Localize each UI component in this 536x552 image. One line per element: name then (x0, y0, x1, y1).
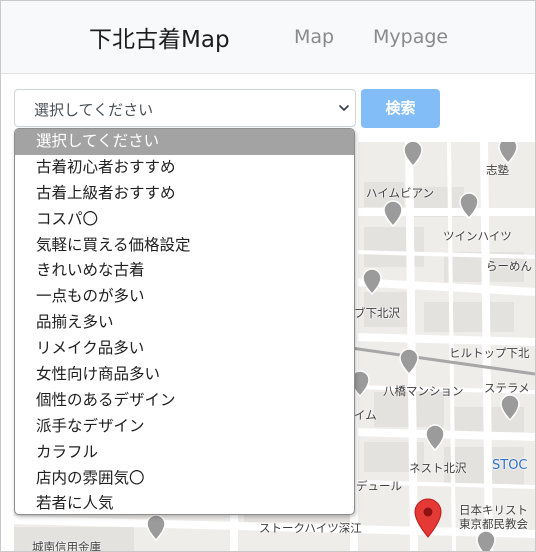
map-pin-icon[interactable] (362, 268, 382, 296)
map-place-label: ストークハイツ深江 (259, 521, 362, 535)
map-place-label: イム (354, 408, 377, 422)
dropdown-option[interactable]: 若者に人気 (15, 491, 354, 514)
map-place-label: ブ下北沢 (354, 306, 400, 320)
navbar: 下北古着Map Map Mypage (1, 1, 535, 74)
map-pin-icon[interactable] (383, 200, 403, 228)
dropdown-option[interactable]: 選択してください (15, 129, 354, 155)
dropdown-option[interactable]: 古着初心者おすすめ (15, 155, 354, 181)
map-place-label: ツインハイツ (443, 229, 512, 243)
category-dropdown-list: 選択してください 古着初心者おすすめ 古着上級者おすすめ コスパ〇 気軽に買える価格設定… (14, 128, 355, 515)
brand-title[interactable]: 下北古着Map (89, 20, 230, 54)
map-pin-icon[interactable] (146, 514, 166, 542)
dropdown-option[interactable]: 古着上級者おすすめ (15, 181, 354, 207)
dropdown-option[interactable]: リメイク品多い (15, 336, 354, 362)
dropdown-option[interactable]: 女性向け商品多い (15, 362, 354, 388)
map-pin-icon[interactable] (498, 142, 518, 165)
map-place-label: 八橋マンション (383, 384, 464, 398)
dropdown-option[interactable]: 一点ものが多い (15, 284, 354, 310)
dropdown-option[interactable]: 気軽に買える価格設定 (15, 233, 354, 259)
dropdown-option[interactable]: 個性のあるデザイン (15, 388, 354, 414)
category-select[interactable]: 選択してください (14, 89, 356, 127)
map-place-label: ネスト北沢 (409, 461, 467, 475)
search-button[interactable]: 検索 (361, 89, 440, 128)
dropdown-option[interactable]: 店内の雰囲気〇 (15, 466, 354, 492)
dropdown-option[interactable]: 品揃え多い (15, 310, 354, 336)
nav-link-mypage[interactable]: Mypage (373, 26, 448, 48)
map-place-label: ヒルトップ下北 (449, 346, 530, 360)
map-place-label: ステラメ (484, 381, 530, 395)
map-place-label: ハイムビアン (366, 186, 435, 200)
map-pin-icon[interactable] (425, 424, 445, 452)
map-place-label: 志塾 (486, 163, 509, 177)
app-window: 下北古着Map Map Mypage 選択してください 検索 志塾 ハイムビアン… (0, 0, 536, 552)
map-place-label: 城南信用金庫 (32, 540, 101, 552)
map-place-label: デュール (356, 479, 402, 493)
dropdown-option[interactable]: 派手なデザイン (15, 414, 354, 440)
map-place-label: らーめん (486, 259, 532, 273)
dropdown-option[interactable]: コスパ〇 (15, 207, 354, 233)
chevron-down-icon (339, 105, 349, 111)
map-pin-icon[interactable] (476, 530, 496, 552)
map-place-label: STOC (492, 458, 528, 473)
nav-link-map[interactable]: Map (294, 26, 334, 48)
category-select-value: 選択してください (34, 101, 154, 119)
dropdown-option[interactable]: きれいめな古着 (15, 258, 354, 284)
dropdown-option[interactable]: カラフル (15, 440, 354, 466)
map-place-label: 東京都民教会 (459, 517, 528, 531)
